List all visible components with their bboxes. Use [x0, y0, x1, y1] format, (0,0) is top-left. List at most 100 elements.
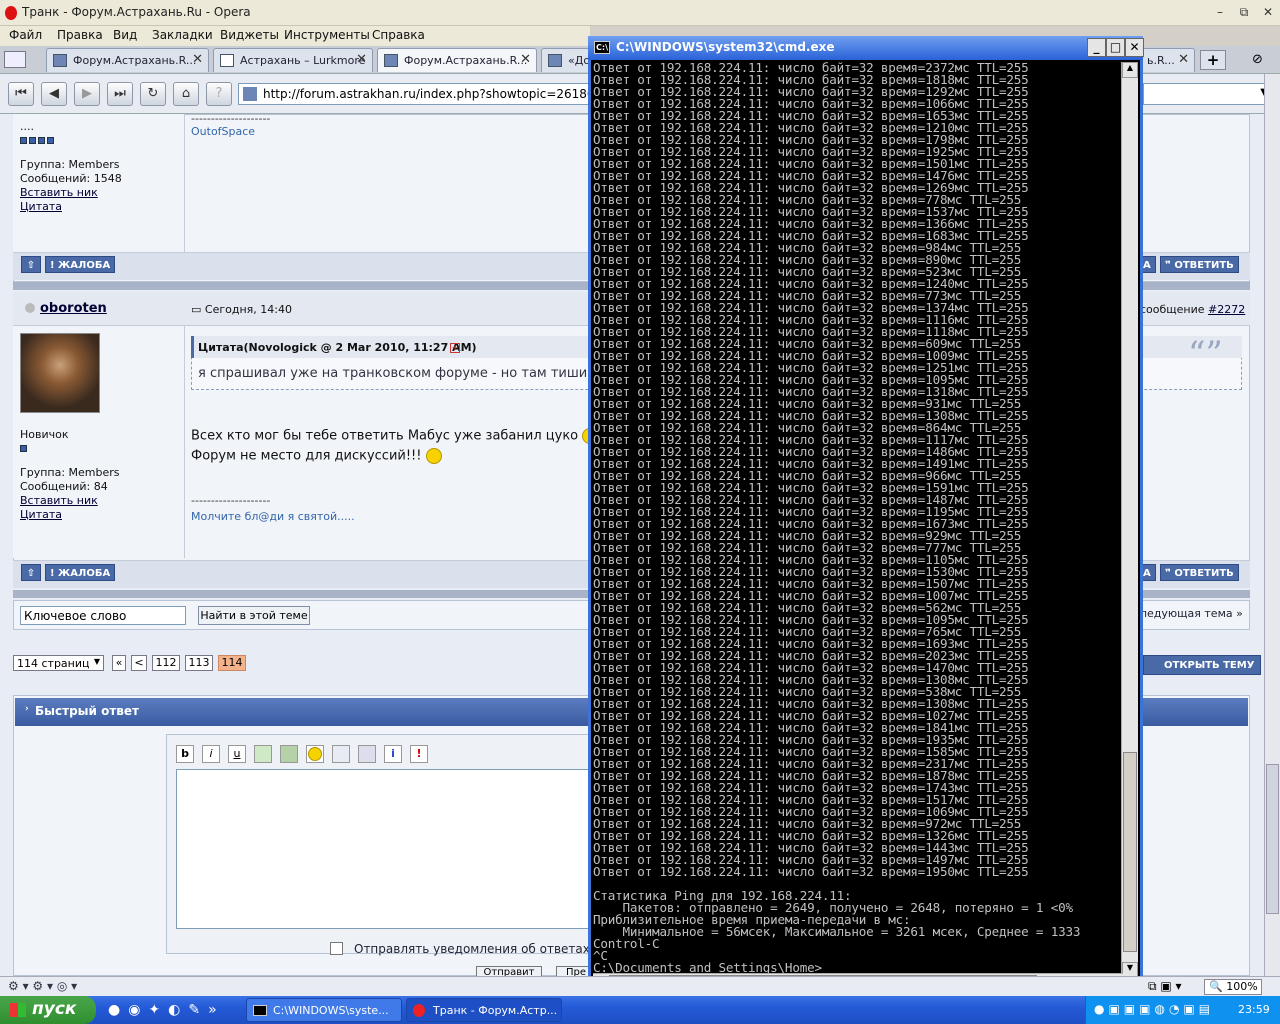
send-button[interactable]: Отправит: [476, 966, 542, 976]
quote-link[interactable]: Цитата: [20, 200, 62, 213]
menu-edit[interactable]: Правка: [57, 28, 103, 42]
window-title: Транк - Форум.Астрахань.Ru - Opera: [22, 5, 251, 19]
insert-nick-link[interactable]: Вставить ник: [20, 494, 98, 507]
close-tab-icon[interactable]: ✕: [192, 52, 203, 67]
site-favicon-icon: [243, 87, 257, 101]
task-opera[interactable]: Транк - Форум.Астр...: [406, 998, 562, 1022]
start-button[interactable]: пуск: [0, 996, 96, 1024]
bold-icon[interactable]: b: [176, 745, 194, 763]
smiley-icon: [425, 448, 442, 464]
post-number-link[interactable]: #2272: [1208, 303, 1245, 316]
reload-icon[interactable]: ↻: [140, 82, 166, 106]
avatar[interactable]: [20, 333, 100, 413]
first-page-link[interactable]: «: [112, 655, 126, 671]
insert-nick-link[interactable]: Вставить ник: [20, 186, 98, 199]
cmd-icon: C:\: [594, 41, 610, 54]
menu-help[interactable]: Справка: [372, 28, 425, 42]
cmd-vertical-scrollbar[interactable]: ▲ ▼: [1121, 62, 1138, 978]
next-topic-link[interactable]: ледующая тема »: [1140, 607, 1243, 620]
quote-link[interactable]: Цитата: [20, 508, 62, 521]
image-icon[interactable]: [280, 745, 298, 763]
underline-icon[interactable]: u: [228, 745, 246, 763]
address-url: http://forum.astrakhan.ru/index.php?show…: [263, 87, 590, 101]
page-icon: [548, 54, 562, 67]
cmd-maximize-button[interactable]: □: [1106, 38, 1125, 57]
quick-launch-icons[interactable]: ●◉✦◐✎»: [108, 1002, 225, 1018]
restore-button[interactable]: ⧉: [1234, 4, 1254, 22]
menu-widgets[interactable]: Виджеты: [220, 28, 279, 42]
user-message-count: Сообщений: 1548: [20, 172, 122, 185]
open-topic-button[interactable]: ОТКРЫТЬ ТЕМУ: [1143, 655, 1262, 675]
user-group: Группа: Members: [20, 466, 120, 479]
tray-icons[interactable]: ●▣▣▣◍◔▣▤: [1094, 1002, 1214, 1016]
prev-page-link[interactable]: <: [131, 655, 147, 671]
close-tab-icon[interactable]: ✕: [356, 52, 367, 67]
search-field[interactable]: ▼: [1143, 83, 1273, 105]
pages-dropdown[interactable]: 114 страниц ▼: [13, 655, 104, 671]
page-link[interactable]: 112: [152, 655, 180, 671]
up-arrow-icon[interactable]: ⇧: [21, 256, 41, 273]
quote-link-icon[interactable]: +: [450, 343, 460, 353]
close-tab-icon[interactable]: ✕: [1178, 52, 1189, 67]
cmd-window[interactable]: C:\ C:\WINDOWS\system32\cmd.exe _ □ ✕ От…: [588, 36, 1144, 994]
tab-5[interactable]: ь.R... ✕: [1140, 48, 1195, 72]
post-number: сообщение #2272: [1140, 303, 1246, 316]
rewind-icon[interactable]: ⏮: [8, 82, 34, 106]
tab-lurkmore[interactable]: Астрахань – Lurkmore ✕: [213, 48, 373, 72]
keyword-search-input[interactable]: [20, 606, 186, 625]
windows-logo-icon: [10, 1003, 26, 1017]
menu-view[interactable]: Вид: [113, 28, 137, 42]
address-bar[interactable]: http://forum.astrakhan.ru/index.php?show…: [238, 83, 590, 105]
info-icon[interactable]: i: [384, 745, 402, 763]
offline-status-icon: [25, 303, 35, 313]
menu-bookmarks[interactable]: Закладки: [152, 28, 213, 42]
post-body-line-1: Всех кто мог бы тебе ответить Мабус уже …: [191, 428, 599, 444]
scrollbar-thumb[interactable]: [1266, 764, 1279, 914]
reply-button[interactable]: ❞ ОТВЕТИТЬ: [1160, 256, 1239, 273]
panel-toggle-icon[interactable]: [4, 51, 26, 68]
view-tools-icons[interactable]: ⚙ ▾ ⚙ ▾ ◎ ▾: [8, 979, 77, 993]
cmd-output[interactable]: Ответ от 192.168.224.11: число байт=32 в…: [593, 62, 1121, 978]
forward-icon[interactable]: ▶: [74, 82, 100, 106]
post-date: ▭ Сегодня, 14:40: [191, 303, 292, 316]
close-tab-icon[interactable]: ✕: [520, 52, 531, 67]
zoom-control[interactable]: 🔍 100%: [1204, 979, 1262, 995]
page-scrollbar[interactable]: [1264, 74, 1280, 976]
spellcheck-icon[interactable]: [358, 745, 376, 763]
back-icon[interactable]: ◀: [41, 82, 67, 106]
cmd-scroll-thumb[interactable]: [1123, 752, 1137, 952]
page-link[interactable]: 113: [185, 655, 213, 671]
alert-icon[interactable]: !: [410, 745, 428, 763]
report-button[interactable]: ! ЖАЛОБА: [45, 564, 116, 581]
cmd-close-button[interactable]: ✕: [1125, 38, 1144, 57]
status-icons[interactable]: ⧉ ▣ ▾: [1148, 979, 1182, 994]
reply-textarea[interactable]: [176, 769, 592, 929]
tab-forum-1[interactable]: Форум.Астрахань.R... ✕: [46, 48, 209, 72]
post-author[interactable]: oboroten: [40, 301, 107, 316]
minimize-button[interactable]: –: [1210, 4, 1230, 22]
find-in-topic-button[interactable]: Найти в этой теме: [198, 606, 310, 625]
new-tab-plus-icon[interactable]: +: [1200, 50, 1226, 70]
italic-icon[interactable]: i: [202, 745, 220, 763]
windows-taskbar: пуск ●◉✦◐✎» C:\WINDOWS\syste... Транк - …: [0, 996, 1280, 1024]
task-cmd[interactable]: C:\WINDOWS\syste...: [246, 998, 402, 1022]
notify-checkbox[interactable]: [330, 942, 343, 955]
reply-button[interactable]: ❞ ОТВЕТИТЬ: [1160, 564, 1239, 581]
wand-icon[interactable]: ?: [206, 82, 232, 106]
close-button[interactable]: ✕: [1258, 4, 1278, 22]
home-icon[interactable]: ⌂: [173, 82, 199, 106]
speech-bubble-icon[interactable]: [332, 745, 350, 763]
scroll-up-icon[interactable]: ▲: [1122, 62, 1138, 78]
menu-tools[interactable]: Инструменты: [284, 28, 370, 42]
fast-forward-icon[interactable]: ⏭: [107, 82, 133, 106]
cmd-minimize-button[interactable]: _: [1087, 38, 1106, 57]
report-button[interactable]: ! ЖАЛОБА: [45, 256, 116, 273]
up-arrow-icon[interactable]: ⇧: [21, 564, 41, 581]
trash-icon[interactable]: ⊘: [1252, 52, 1270, 68]
menu-file[interactable]: Файл: [9, 28, 42, 42]
link-icon[interactable]: [254, 745, 272, 763]
page-icon: [53, 54, 67, 67]
smiley-picker-icon[interactable]: [306, 745, 324, 763]
tab-forum-active[interactable]: Форум.Астрахань.R... ✕: [377, 48, 537, 72]
clock[interactable]: 23:59: [1238, 1003, 1270, 1016]
